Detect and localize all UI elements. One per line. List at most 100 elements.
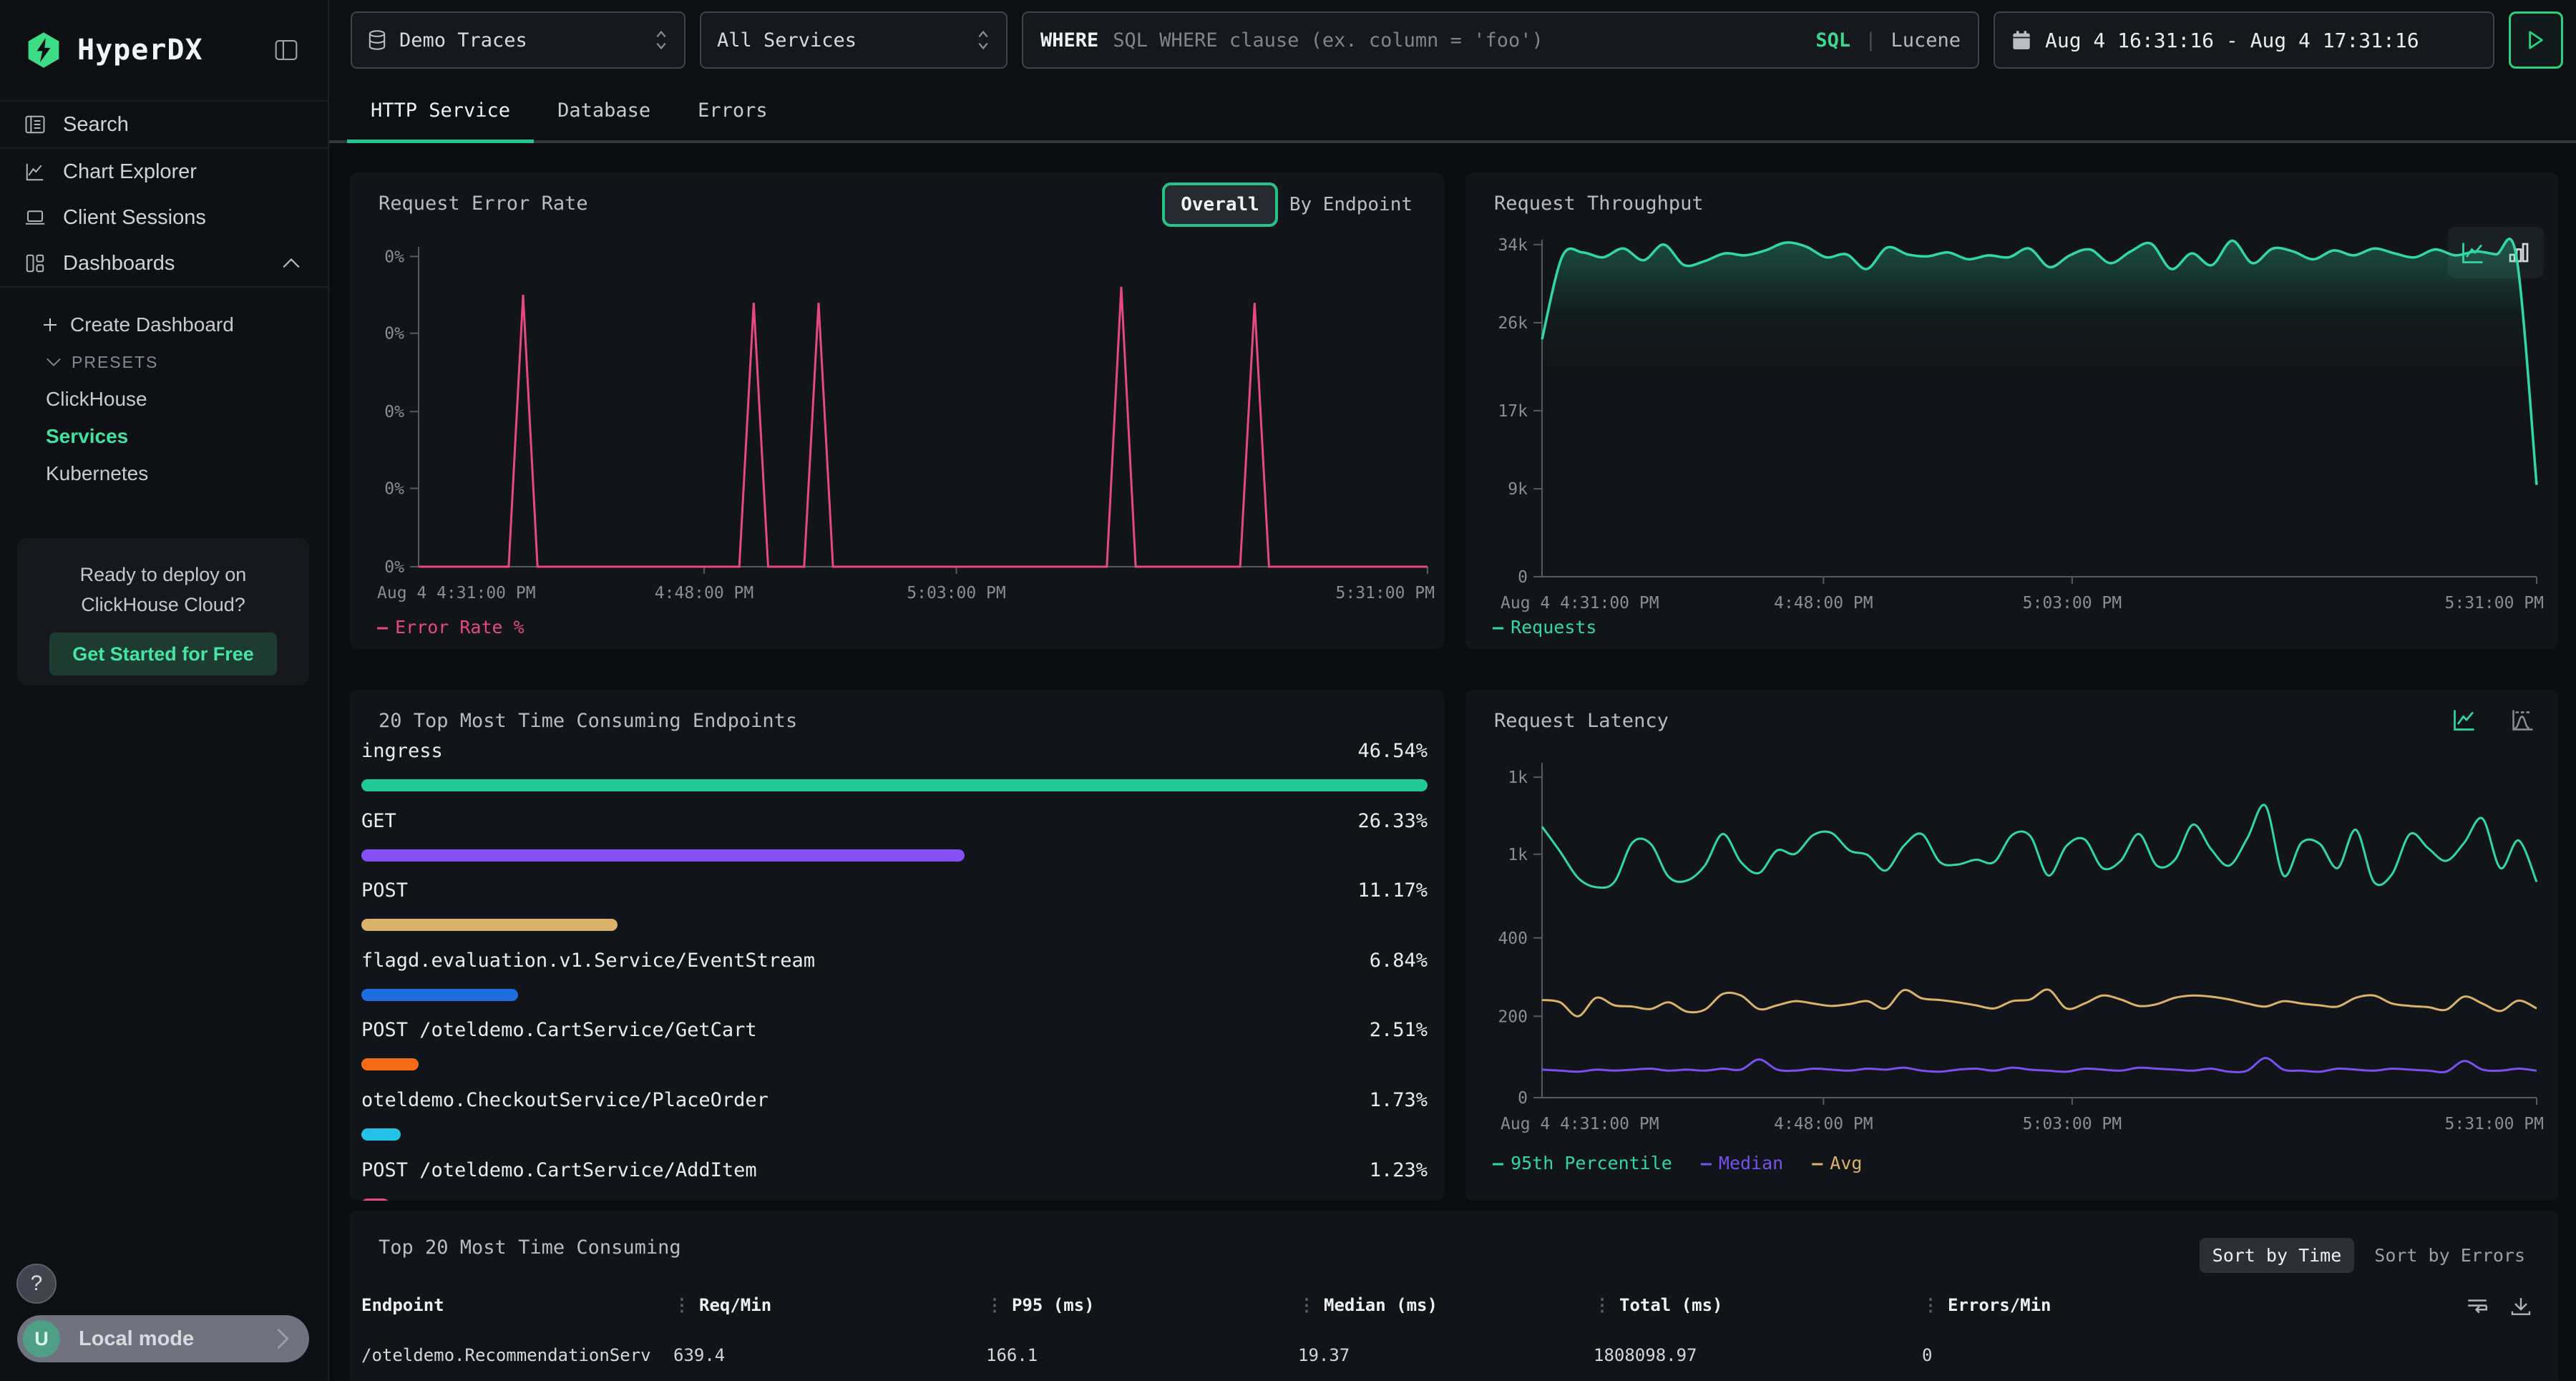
endpoint-list-item[interactable]: flagd.evaluation.v1.Service/EventStream6… bbox=[361, 950, 1428, 1014]
promo-line-2: ClickHouse Cloud? bbox=[17, 590, 309, 620]
table-settings-icon[interactable] bbox=[2465, 1295, 2489, 1320]
sort-by-errors-button[interactable]: Sort by Errors bbox=[2361, 1238, 2538, 1273]
sidebar-item-kubernetes[interactable]: Kubernetes bbox=[0, 455, 328, 492]
app-title: HyperDX bbox=[77, 34, 266, 67]
sidebar-item-label: Client Sessions bbox=[63, 206, 206, 230]
local-mode-pill[interactable]: U Local mode bbox=[17, 1315, 309, 1362]
endpoint-label: POST /oteldemo.CartService/AddItem bbox=[361, 1159, 757, 1181]
help-button[interactable]: ? bbox=[16, 1264, 57, 1304]
table-cell: 166.1 bbox=[986, 1345, 1298, 1365]
table-column-header[interactable]: ⋮P95 (ms) bbox=[986, 1295, 1298, 1315]
language-toggle-lucene[interactable]: Lucene bbox=[1890, 29, 1961, 52]
table-column-header[interactable]: ⋮Total (ms) bbox=[1594, 1295, 1922, 1315]
hyperdx-dashboard: HyperDX Search Chart Explorer bbox=[0, 0, 2576, 1381]
svg-text:4:48:00 PM: 4:48:00 PM bbox=[1774, 1115, 1873, 1133]
table-column-header[interactable]: Endpoint bbox=[361, 1295, 673, 1315]
sidebar-item-services[interactable]: Services bbox=[0, 418, 328, 455]
sidebar-item-chart-explorer[interactable]: Chart Explorer bbox=[0, 149, 328, 195]
column-resize-handle[interactable]: ⋮ bbox=[673, 1295, 691, 1315]
endpoint-bar bbox=[361, 1199, 389, 1201]
svg-text:400: 400 bbox=[1498, 929, 1528, 948]
sidebar-item-label: Chart Explorer bbox=[63, 160, 197, 184]
plus-icon bbox=[42, 316, 59, 333]
sidebar: HyperDX Search Chart Explorer bbox=[0, 0, 329, 1381]
endpoint-list-item[interactable]: ingress46.54% bbox=[361, 740, 1428, 804]
error-rate-chart[interactable]: 0%0%0%0%0%Aug 4 4:31:00 PM4:48:00 PM5:03… bbox=[350, 172, 1444, 616]
latency-chart[interactable]: 1k1k4002000Aug 4 4:31:00 PM4:48:00 PM5:0… bbox=[1465, 690, 2558, 1148]
endpoint-bar bbox=[361, 989, 518, 1001]
language-toggle-sql[interactable]: SQL bbox=[1815, 29, 1850, 52]
local-mode-label: Local mode bbox=[79, 1327, 275, 1351]
where-keyword: WHERE bbox=[1040, 29, 1098, 52]
chevron-right-icon bbox=[275, 1327, 291, 1350]
where-input[interactable]: WHERE SQL WHERE clause (ex. column = 'fo… bbox=[1022, 11, 1979, 69]
svg-text:1k: 1k bbox=[1508, 768, 1528, 787]
table-column-header[interactable]: ⋮Median (ms) bbox=[1298, 1295, 1594, 1315]
sidebar-collapse-icon[interactable] bbox=[266, 30, 306, 70]
column-resize-handle[interactable]: ⋮ bbox=[1594, 1295, 1611, 1315]
chevron-up-icon bbox=[282, 258, 301, 269]
chart-explorer-icon bbox=[24, 161, 46, 182]
sidebar-item-client-sessions[interactable]: Client Sessions bbox=[0, 195, 328, 240]
sidebar-item-dashboards[interactable]: Dashboards bbox=[0, 240, 328, 286]
svg-text:0%: 0% bbox=[384, 479, 404, 498]
select-chevrons-icon bbox=[976, 29, 990, 52]
table-row[interactable]: /oteldemo.RecommendationServ639.4166.119… bbox=[361, 1345, 2458, 1365]
svg-text:0: 0 bbox=[1518, 1089, 1528, 1108]
endpoint-list-item[interactable]: POST /oteldemo.CartService/GetCart 2.51% bbox=[361, 1019, 1428, 1083]
table-column-header[interactable]: ⋮Req/Min bbox=[673, 1295, 986, 1315]
download-icon[interactable] bbox=[2509, 1295, 2532, 1320]
column-resize-handle[interactable]: ⋮ bbox=[1298, 1295, 1315, 1315]
column-resize-handle[interactable]: ⋮ bbox=[1922, 1295, 1939, 1315]
endpoint-bar bbox=[361, 1128, 401, 1141]
hyperdx-logo-icon bbox=[24, 31, 63, 69]
language-toggle-divider: | bbox=[1865, 29, 1876, 52]
panel-request-latency: Request Latency 1k1k4002000Aug 4 4:31:00… bbox=[1465, 690, 2558, 1201]
endpoint-label: GET bbox=[361, 810, 396, 832]
sidebar-item-label: Search bbox=[63, 113, 129, 137]
service-select[interactable]: All Services bbox=[700, 11, 1008, 69]
endpoint-percentage: 2.51% bbox=[1370, 1019, 1428, 1041]
endpoint-label: oteldemo.CheckoutService/PlaceOrder bbox=[361, 1089, 769, 1111]
chevron-down-icon bbox=[46, 357, 62, 367]
svg-text:Aug 4 4:31:00 PM: Aug 4 4:31:00 PM bbox=[377, 584, 536, 602]
sidebar-item-search[interactable]: Search bbox=[0, 102, 328, 147]
sidebar-item-clickhouse[interactable]: ClickHouse bbox=[0, 381, 328, 418]
svg-text:5:31:00 PM: 5:31:00 PM bbox=[1336, 584, 1435, 602]
panel-title: Top 20 Most Time Consuming bbox=[379, 1236, 681, 1259]
presets-toggle[interactable]: PRESETS bbox=[0, 343, 328, 381]
svg-text:0%: 0% bbox=[384, 248, 404, 266]
presets-label: PRESETS bbox=[72, 353, 158, 372]
endpoint-list-item[interactable]: POST11.17% bbox=[361, 879, 1428, 944]
nav-group-search: Search bbox=[0, 100, 328, 149]
tab-http-service[interactable]: HTTP Service bbox=[347, 80, 534, 140]
run-query-button[interactable] bbox=[2509, 11, 2563, 69]
throughput-chart[interactable]: 34k26k17k9k0Aug 4 4:31:00 PM4:48:00 PM5:… bbox=[1465, 172, 2558, 616]
column-resize-handle[interactable]: ⋮ bbox=[986, 1295, 1003, 1315]
time-range-picker[interactable]: Aug 4 16:31:16 - Aug 4 17:31:16 bbox=[1994, 11, 2494, 69]
tab-database[interactable]: Database bbox=[534, 80, 674, 140]
svg-text:5:03:00 PM: 5:03:00 PM bbox=[2023, 594, 2122, 613]
svg-text:0%: 0% bbox=[384, 558, 404, 577]
source-select[interactable]: Demo Traces bbox=[351, 11, 686, 69]
table-cell: 639.4 bbox=[673, 1345, 986, 1365]
table-column-header[interactable]: ⋮Errors/Min bbox=[1922, 1295, 2458, 1315]
endpoint-list-item[interactable]: GET26.33% bbox=[361, 810, 1428, 874]
svg-text:0%: 0% bbox=[384, 403, 404, 421]
create-dashboard-button[interactable]: Create Dashboard bbox=[0, 306, 328, 343]
table-header-icons bbox=[2465, 1295, 2532, 1320]
endpoint-percentage: 1.73% bbox=[1370, 1089, 1428, 1111]
time-range-value: Aug 4 16:31:16 - Aug 4 17:31:16 bbox=[2045, 29, 2419, 52]
endpoint-list-item[interactable]: oteldemo.CheckoutService/PlaceOrder 1.73% bbox=[361, 1089, 1428, 1153]
endpoint-bar bbox=[361, 919, 618, 931]
tab-errors[interactable]: Errors bbox=[674, 80, 791, 140]
where-placeholder: SQL WHERE clause (ex. column = 'foo') bbox=[1113, 29, 1801, 52]
svg-text:200: 200 bbox=[1498, 1007, 1528, 1026]
endpoint-label: POST /oteldemo.CartService/GetCart bbox=[361, 1019, 757, 1041]
sort-by-time-button[interactable]: Sort by Time bbox=[2200, 1238, 2355, 1273]
svg-text:Aug 4 4:31:00 PM: Aug 4 4:31:00 PM bbox=[1501, 1115, 1659, 1133]
endpoint-list-item[interactable]: POST /oteldemo.CartService/AddItem 1.23% bbox=[361, 1159, 1428, 1201]
get-started-button[interactable]: Get Started for Free bbox=[49, 633, 277, 675]
endpoint-percentage: 11.17% bbox=[1357, 879, 1428, 902]
endpoint-percentage: 1.23% bbox=[1370, 1159, 1428, 1181]
